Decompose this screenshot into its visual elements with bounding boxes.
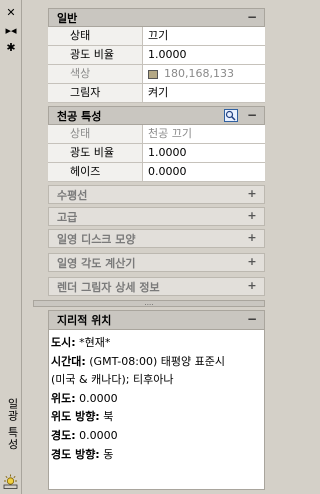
section-advanced-header[interactable]: 고급 + — [48, 207, 265, 226]
geo-latitude: 위도: 0.0000 — [51, 391, 118, 405]
section-title: 렌더 그림자 상세 정보 — [57, 280, 160, 294]
property-row-color[interactable]: 색상 180,168,133 — [48, 65, 265, 84]
color-swatch — [148, 69, 158, 79]
property-key: 색상 — [48, 65, 143, 83]
property-value[interactable]: 켜기 — [143, 84, 265, 102]
geo-info: 도시: *현재* 시간대: (GMT-08:00) 태평양 표준시 (미국 & … — [49, 330, 264, 468]
expand-button[interactable]: + — [246, 255, 258, 269]
geo-longitude-direction: 경도 방향: 동 — [51, 447, 114, 461]
section-general-header[interactable]: 일반 − — [48, 8, 265, 27]
property-value[interactable]: 180,168,133 — [143, 65, 265, 83]
section-sky-header[interactable]: 천공 특성 − — [48, 106, 265, 125]
palette-title-strip: ✕ ▸◂ ✱ 일광 특성 — [0, 0, 22, 494]
properties-icon[interactable]: ✱ — [5, 42, 17, 54]
palette-title: 일광 특성 — [6, 398, 19, 451]
property-value[interactable]: 천공 끄기 — [143, 125, 265, 143]
property-value[interactable]: 끄기 — [143, 27, 265, 45]
color-value: 180,168,133 — [164, 67, 234, 80]
section-title: 수평선 — [57, 188, 88, 202]
property-key: 헤이즈 — [48, 163, 143, 181]
property-value[interactable]: 1.0000 — [143, 46, 265, 64]
expand-button[interactable]: + — [246, 279, 258, 293]
sky-preview-icon[interactable] — [224, 109, 238, 122]
section-title: 고급 — [57, 210, 78, 224]
section-geo-title: 지리적 위치 — [57, 314, 112, 327]
section-title: 일영 디스크 모양 — [57, 232, 136, 246]
panel-splitter[interactable]: .... — [33, 300, 265, 307]
expand-button[interactable]: + — [246, 231, 258, 245]
section-title: 일영 각도 계산기 — [57, 256, 136, 270]
property-row-haze[interactable]: 헤이즈 0.0000 — [48, 163, 265, 182]
property-value[interactable]: 1.0000 — [143, 144, 265, 162]
geo-city: 도시: *현재* — [51, 336, 111, 349]
property-key: 광도 비율 — [48, 144, 143, 162]
geo-timezone-cont: (미국 & 캐나다); 티후아나 — [51, 373, 174, 387]
property-row-sky-status[interactable]: 상태 천공 끄기 — [48, 125, 265, 144]
property-row-intensity[interactable]: 광도 비율 1.0000 — [48, 46, 265, 65]
expand-button[interactable]: + — [246, 187, 258, 201]
property-key: 상태 — [48, 125, 143, 143]
collapse-general-button[interactable]: − — [246, 10, 258, 24]
section-sky-title: 천공 특성 — [57, 109, 102, 123]
property-key: 상태 — [48, 27, 143, 45]
auto-hide-icon[interactable]: ▸◂ — [5, 25, 17, 37]
section-horizon-header[interactable]: 수평선 + — [48, 185, 265, 204]
section-general-title: 일반 — [57, 11, 78, 25]
geographic-location-panel: 지리적 위치 − 도시: *현재* 시간대: (GMT-08:00) 태평양 표… — [48, 310, 265, 490]
property-value[interactable]: 0.0000 — [143, 163, 265, 181]
geo-latitude-direction: 위도 방향: 북 — [51, 410, 114, 424]
expand-button[interactable]: + — [246, 209, 258, 223]
property-row-sky-intensity[interactable]: 광도 비율 1.0000 — [48, 144, 265, 163]
geo-timezone: 시간대: (GMT-08:00) 태평양 표준시 — [51, 354, 225, 368]
property-key: 광도 비율 — [48, 46, 143, 64]
collapse-sky-button[interactable]: − — [246, 108, 258, 122]
section-sun-disk-header[interactable]: 일영 디스크 모양 + — [48, 229, 265, 248]
property-key: 그림자 — [48, 84, 143, 102]
close-icon[interactable]: ✕ — [5, 7, 17, 19]
property-row-shadows[interactable]: 그림자 켜기 — [48, 84, 265, 103]
sun-icon — [3, 474, 18, 489]
properties-panel: 일반 − 상태 끄기 광도 비율 1.0000 색상 180,168,133 그… — [48, 8, 265, 296]
section-render-shadow-header[interactable]: 렌더 그림자 상세 정보 + — [48, 277, 265, 296]
geo-longitude: 경도: 0.0000 — [51, 428, 118, 442]
property-row-status[interactable]: 상태 끄기 — [48, 27, 265, 46]
section-geo-header[interactable]: 지리적 위치 − — [49, 311, 264, 330]
collapse-geo-button[interactable]: − — [246, 312, 258, 326]
section-sun-angle-header[interactable]: 일영 각도 계산기 + — [48, 253, 265, 272]
